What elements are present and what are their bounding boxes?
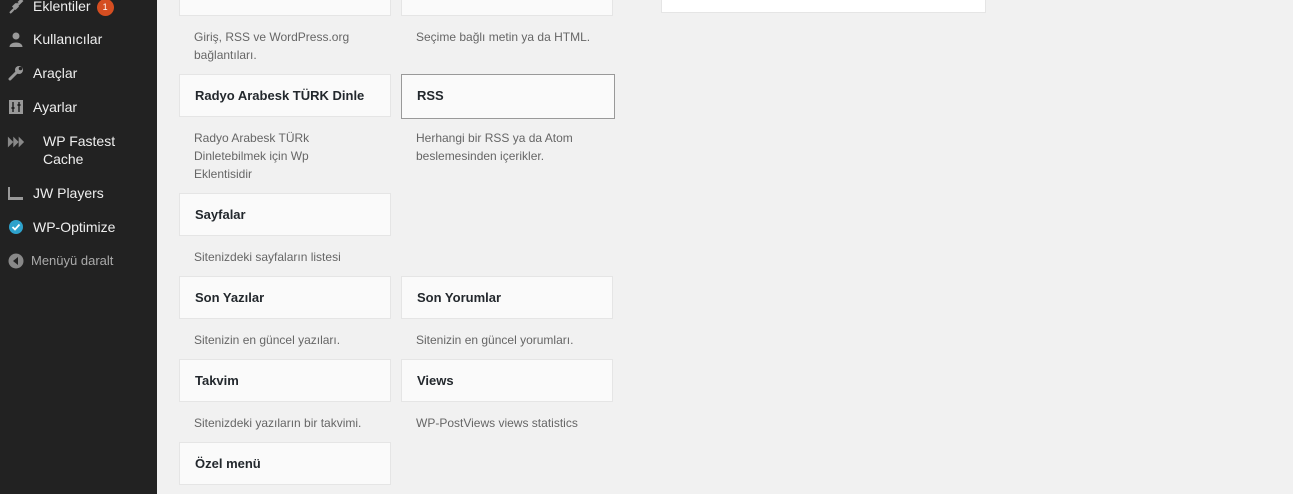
widget-description: Sitenizdeki sayfaların listesi (194, 250, 341, 264)
sidebar-item-label: Kullanıcılar (33, 31, 103, 47)
users-icon (7, 30, 25, 48)
widget-recent-posts[interactable]: Son Yazılar (179, 276, 391, 319)
widget-description: Sitenizdeki yazıların bir takvimi. (194, 416, 362, 430)
widget-meta[interactable] (179, 0, 391, 16)
widget-rss[interactable]: RSS (401, 74, 615, 119)
widget-description: Sitenizin en güncel yorumları. (416, 333, 574, 347)
widget-meta-description: Giriş, RSS ve WordPress.org bağlantıları… (194, 30, 350, 62)
widget-views[interactable]: Views (401, 359, 613, 402)
sidebar-item-label: Eklentiler (33, 0, 91, 14)
sidebar-item-tools[interactable]: Araçlar (0, 64, 157, 84)
widget-description: Herhangi bir RSS ya da Atom beslemesinde… (416, 131, 573, 163)
sidebar-item-wp-optimize[interactable]: WP-Optimize (0, 218, 157, 238)
update-count-badge: 1 (96, 0, 114, 16)
widget-title: Views (417, 373, 454, 388)
widget-description: Radyo Arabesk TÜRk Dinletebilmek için Wp… (194, 131, 310, 181)
widget-pages[interactable]: Sayfalar (179, 193, 391, 236)
widget-title: Son Yazılar (195, 290, 265, 305)
sidebar-item-label: WP Fastest (43, 133, 116, 149)
widget-radyo-arabesk[interactable]: Radyo Arabesk TÜRK Dinle (179, 74, 391, 117)
widget-title: RSS (417, 88, 444, 103)
collapse-arrow-icon (7, 252, 25, 270)
check-circle-icon (7, 218, 25, 236)
sidebar-item-settings[interactable]: Ayarlar (0, 98, 157, 118)
plugins-icon (7, 0, 25, 15)
sidebar-item-label: WP-Optimize (33, 219, 116, 235)
widget-title: Özel menü (195, 456, 261, 471)
widget-description: Sitenizin en güncel yazıları. (194, 333, 341, 347)
widget-text[interactable] (401, 0, 613, 16)
sidebar-item-users[interactable]: Kullanıcılar (0, 30, 157, 50)
widget-title: Sayfalar (195, 207, 246, 222)
sidebar-item-wp-fastest-cache[interactable]: WP Fastest Cache (0, 132, 157, 170)
sidebar-item-jw-players[interactable]: JW Players (0, 184, 157, 204)
sidebar-item-label: Araçlar (33, 65, 78, 81)
widget-title: Radyo Arabesk TÜRK Dinle (195, 88, 365, 103)
sidebar-item-plugins[interactable]: Eklentiler 1 (0, 0, 157, 17)
widget-text-description: Seçime bağlı metin ya da HTML. (416, 30, 591, 44)
widget-description: WP-PostViews views statistics (416, 416, 578, 430)
sidebar-item-label: JW Players (33, 185, 104, 201)
tools-icon (7, 64, 25, 82)
collapse-menu-button[interactable]: Menüyü daralt (0, 252, 157, 272)
widget-custom-menu[interactable]: Özel menü (179, 442, 391, 485)
widget-recent-comments[interactable]: Son Yorumlar (401, 276, 613, 319)
collapse-menu-label: Menüyü daralt (31, 253, 114, 268)
sidebar-item-label: Ayarlar (33, 99, 78, 115)
widget-calendar[interactable]: Takvim (179, 359, 391, 402)
admin-sidebar: Eklentiler 1 Kullanıcılar Araçlar Ayarlar… (0, 0, 157, 494)
fast-forward-icon (7, 133, 25, 151)
sidebar-item-label: Cache (43, 151, 84, 167)
widget-title: Son Yorumlar (417, 290, 502, 305)
settings-icon (7, 98, 25, 116)
widget-title: Takvim (195, 373, 239, 388)
sidebar-widget-area (661, 0, 986, 13)
player-icon (7, 184, 25, 202)
